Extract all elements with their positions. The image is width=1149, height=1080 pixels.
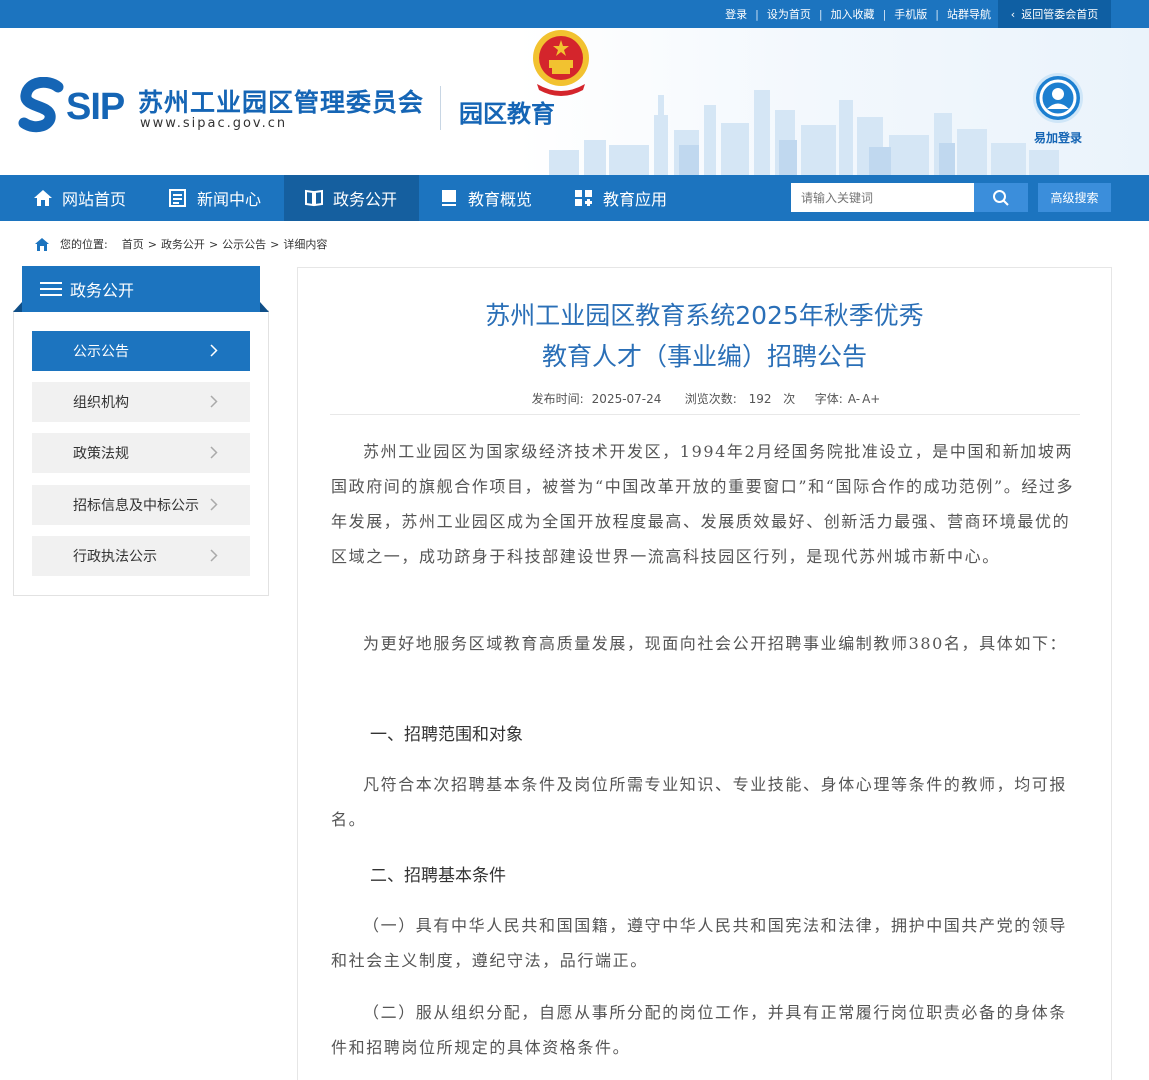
- publish-label: 发布时间:: [531, 392, 584, 406]
- views-unit: 次: [783, 392, 796, 406]
- org-url: www.sipac.gov.cn: [140, 116, 288, 131]
- login-label[interactable]: 易加登录: [1020, 129, 1096, 146]
- breadcrumb-home[interactable]: 首页: [122, 236, 144, 252]
- user-icon: [1039, 79, 1077, 117]
- menu-icon: [40, 282, 62, 296]
- org-name: 苏州工业园区管理委员会: [138, 88, 425, 117]
- views-count: 192: [748, 392, 772, 406]
- search-button[interactable]: [974, 183, 1028, 212]
- nav-item-education-overview[interactable]: 教育概览: [439, 175, 555, 221]
- breadcrumb-label: 您的位置:: [60, 238, 108, 251]
- breadcrumb: 您的位置: 首页 > 政务公开 > 公示公告 > 详细内容: [34, 235, 327, 253]
- book-icon: [305, 189, 323, 207]
- breadcrumb-announcements[interactable]: 公示公告: [222, 236, 266, 252]
- back-to-committee-home-button[interactable]: ‹ 返回管委会首页: [998, 0, 1111, 28]
- meta-divider: [330, 414, 1080, 415]
- article-paragraph-5: （二）服从组织分配，自愿从事所分配的岗位工作，并具有正常履行岗位职责必备的身体条…: [331, 1003, 1068, 1057]
- add-favorite-link[interactable]: 加入收藏: [823, 6, 883, 22]
- sidebar-item-law-enforcement[interactable]: 行政执法公示: [32, 536, 250, 576]
- sidebar-item-tenders[interactable]: 招标信息及中标公示: [32, 485, 250, 525]
- logo-text: SIP: [66, 85, 125, 128]
- mobile-version-link[interactable]: 手机版: [886, 6, 935, 22]
- sidebar-header-fold-left: [13, 302, 22, 312]
- article-heading-2: 二、招聘基本条件: [370, 866, 506, 886]
- font-label: 字体:: [814, 392, 843, 406]
- article-paragraph-3: 凡符合本次招聘基本条件及岗位所需专业知识、专业技能、身体心理等条件的教师，均可报…: [331, 775, 1068, 829]
- back-label: 返回管委会首页: [1021, 8, 1099, 21]
- breadcrumb-gov-affairs[interactable]: 政务公开: [161, 236, 205, 252]
- sip-logo[interactable]: SIP: [18, 76, 133, 138]
- section-name: 园区教育: [459, 100, 555, 128]
- header-divider: [440, 86, 441, 130]
- breadcrumb-current: 详细内容: [283, 238, 328, 251]
- article-heading-1: 一、招聘范围和对象: [370, 725, 523, 745]
- chevron-right-icon: [210, 446, 218, 459]
- sidebar-title: 政务公开: [22, 266, 260, 312]
- home-icon: [35, 237, 49, 251]
- sidebar-item-organization[interactable]: 组织机构: [32, 382, 250, 422]
- sidebar-item-policies[interactable]: 政策法规: [32, 433, 250, 473]
- font-smaller-button[interactable]: A-: [848, 392, 860, 406]
- font-larger-button[interactable]: A+: [862, 392, 880, 406]
- advanced-search-button[interactable]: 高级搜索: [1038, 183, 1111, 212]
- chevron-right-icon: [210, 344, 218, 357]
- city-skyline-graphic: [549, 90, 1059, 175]
- search-icon: [993, 189, 1009, 206]
- article-meta: 发布时间: 2025-07-24 浏览次数: 192 次 字体: A- A+: [298, 390, 1111, 407]
- site-header: SIP 苏州工业园区管理委员会 www.sipac.gov.cn 园区教育 易加…: [0, 28, 1149, 175]
- article-paragraph-1: 苏州工业园区为国家级经济技术开发区，1994年2月经国务院批准设立，是中国和新加…: [331, 442, 1075, 566]
- site-group-nav-link[interactable]: 站群导航: [939, 6, 999, 22]
- nav-item-education-apps[interactable]: 教育应用: [574, 175, 690, 221]
- sidebar-item-announcements[interactable]: 公示公告: [32, 331, 250, 371]
- chevron-right-icon: [210, 395, 218, 408]
- user-login-icon[interactable]: [1033, 73, 1083, 123]
- views-label: 浏览次数:: [684, 392, 737, 406]
- sip-s-logo-icon: [18, 77, 64, 133]
- article-paragraph-4: （一）具有中华人民共和国国籍，遵守中华人民共和国宪法和法律，拥护中国共产党的领导…: [331, 916, 1068, 970]
- article-paragraph-2: 为更好地服务区域教育高质量发展，现面向社会公开招聘事业编制教师380名，具体如下…: [363, 634, 1068, 653]
- top-links: 登录 | 设为首页 | 加入收藏 | 手机版 | 站群导航: [717, 0, 999, 28]
- home-icon: [34, 190, 52, 206]
- apps-grid-icon: [575, 190, 592, 206]
- set-homepage-link[interactable]: 设为首页: [759, 6, 819, 22]
- top-utility-bar: 登录 | 设为首页 | 加入收藏 | 手机版 | 站群导航 ‹ 返回管委会首页: [0, 0, 1149, 28]
- news-icon: [169, 189, 186, 207]
- article-title-line2: 教育人才（事业编）招聘公告: [541, 342, 867, 371]
- nav-item-news[interactable]: 新闻中心: [168, 175, 284, 221]
- login-link[interactable]: 登录: [717, 6, 755, 22]
- search-input[interactable]: [791, 183, 974, 212]
- nav-item-home[interactable]: 网站首页: [33, 175, 153, 221]
- nav-item-gov-affairs[interactable]: 政务公开: [284, 175, 419, 221]
- notebook-icon: [442, 190, 456, 206]
- publish-date: 2025-07-24: [591, 392, 662, 406]
- chevron-left-icon: ‹: [1010, 7, 1016, 21]
- chevron-right-icon: [210, 549, 218, 562]
- article-title-line1: 苏州工业园区教育系统2025年秋季优秀: [485, 301, 924, 330]
- sidebar-header-fold-right: [260, 302, 269, 312]
- chevron-right-icon: [210, 498, 218, 511]
- national-emblem-icon: [533, 30, 589, 96]
